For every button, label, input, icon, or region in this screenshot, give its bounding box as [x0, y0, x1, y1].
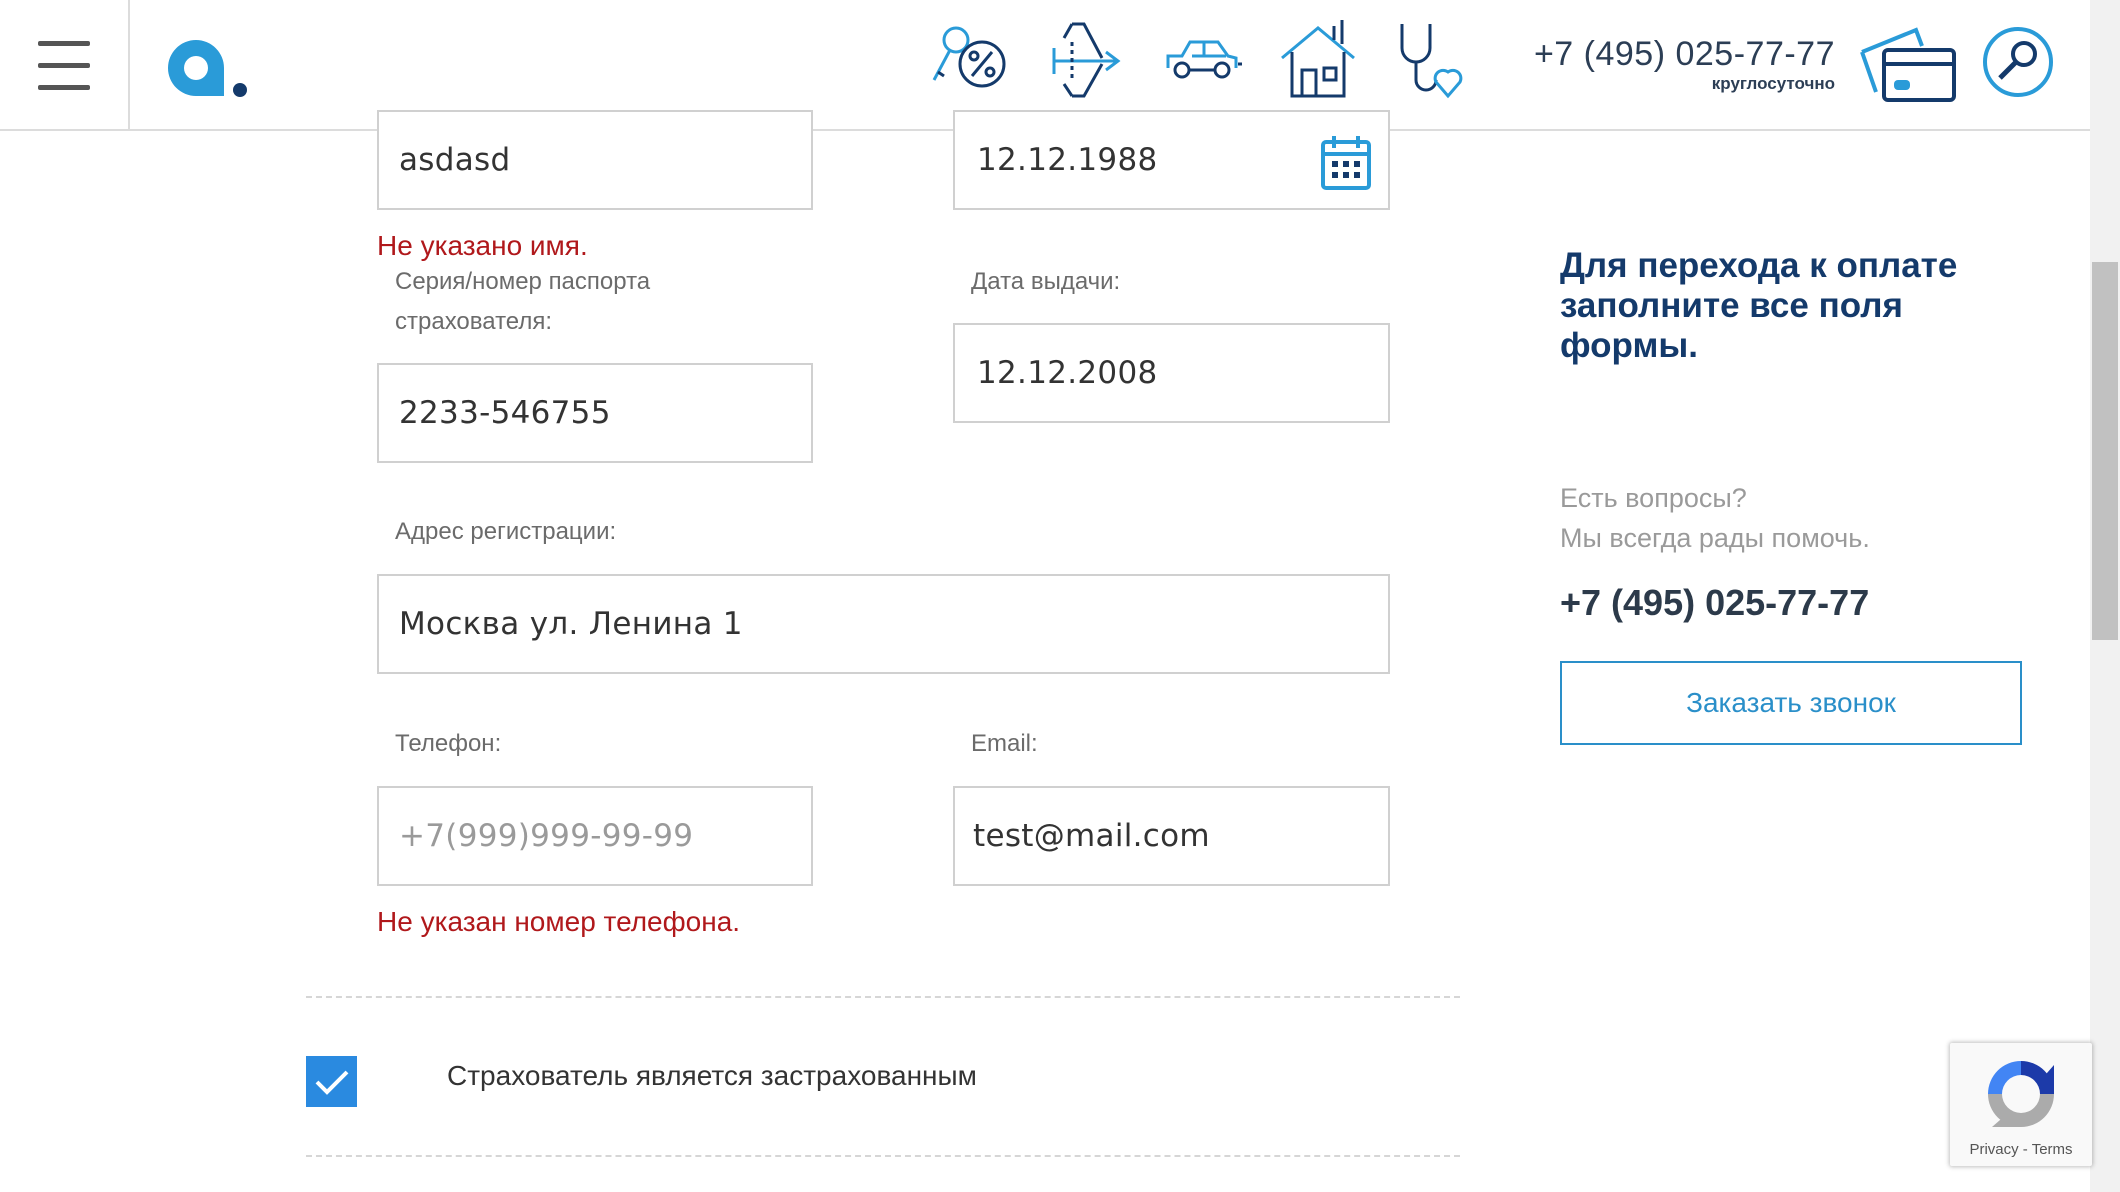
header-phone-note: круглосуточно: [1711, 74, 1835, 93]
header-phone-number[interactable]: +7 (495) 025-77-77: [1520, 34, 1835, 74]
recaptcha-terms-link[interactable]: Terms: [2032, 1141, 2073, 1158]
recaptcha-separator: -: [2022, 1141, 2028, 1158]
help-text: Есть вопросы? Мы всегда рады помочь.: [1560, 478, 2000, 558]
search-icon[interactable]: [1982, 26, 2054, 98]
recaptcha-badge[interactable]: Privacy - Terms: [1950, 1043, 2092, 1166]
burger-line: [38, 41, 90, 46]
page: +7 (495) 025-77-77 круглосуточно asdasd …: [0, 0, 2120, 1192]
insured-checkbox-label[interactable]: Страхователь является застрахованным: [447, 1060, 977, 1092]
payment-hint-title: Для перехода к оплате заполните все поля…: [1560, 246, 1958, 365]
burger-line: [38, 63, 90, 68]
recaptcha-privacy-link[interactable]: Privacy: [1969, 1141, 2018, 1158]
phone-label: Телефон:: [395, 730, 502, 757]
first-name-field[interactable]: asdasd: [377, 110, 813, 210]
request-call-button[interactable]: Заказать звонок: [1560, 661, 2022, 745]
birth-date-value: 12.12.1988: [977, 142, 1158, 178]
divider: [306, 996, 1460, 998]
house-icon[interactable]: [1276, 18, 1360, 102]
burger-line: [38, 85, 90, 90]
divider: [306, 1155, 1460, 1157]
email-label: Email:: [971, 730, 1038, 757]
scrollbar[interactable]: [2090, 0, 2120, 1192]
help-question: Есть вопросы?: [1560, 483, 1747, 513]
scrollbar-thumb[interactable]: [2092, 262, 2118, 640]
issue-date-label: Дата выдачи:: [971, 268, 1121, 295]
recaptcha-links: Privacy - Terms: [1950, 1141, 2092, 1158]
recaptcha-icon: [1988, 1061, 2054, 1127]
email-field[interactable]: test@mail.com: [953, 786, 1390, 886]
header-phone[interactable]: +7 (495) 025-77-77 круглосуточно: [1520, 34, 1835, 94]
payment-card-icon[interactable]: [1858, 22, 1960, 106]
passport-field[interactable]: 2233-546755: [377, 363, 813, 463]
passport-label: Серия/номер паспорта страхователя:: [395, 268, 651, 335]
phone-field[interactable]: +7(999)999-99-99: [377, 786, 813, 886]
menu-burger-button[interactable]: [0, 0, 130, 131]
phone-error: Не указан номер телефона.: [377, 906, 741, 937]
calendar-icon[interactable]: [1320, 134, 1372, 192]
address-label: Адрес регистрации:: [395, 518, 617, 545]
logo[interactable]: [160, 32, 250, 102]
sidebar-phone[interactable]: +7 (495) 025-77-77: [1560, 582, 1869, 624]
address-field[interactable]: Москва ул. Ленина 1: [377, 574, 1390, 674]
stethoscope-heart-icon[interactable]: [1392, 18, 1476, 102]
issue-date-field[interactable]: 12.12.2008: [953, 323, 1390, 423]
help-line: Мы всегда рады помочь.: [1560, 523, 1870, 553]
birth-date-field[interactable]: 12.12.1988: [953, 110, 1390, 210]
insured-checkbox[interactable]: [306, 1056, 357, 1107]
name-error: Не указано имя.: [377, 230, 588, 261]
airplane-icon[interactable]: [1046, 18, 1130, 102]
checkmark-icon: [315, 1070, 348, 1095]
car-icon[interactable]: [1160, 18, 1244, 102]
key-percent-icon[interactable]: [928, 18, 1012, 102]
